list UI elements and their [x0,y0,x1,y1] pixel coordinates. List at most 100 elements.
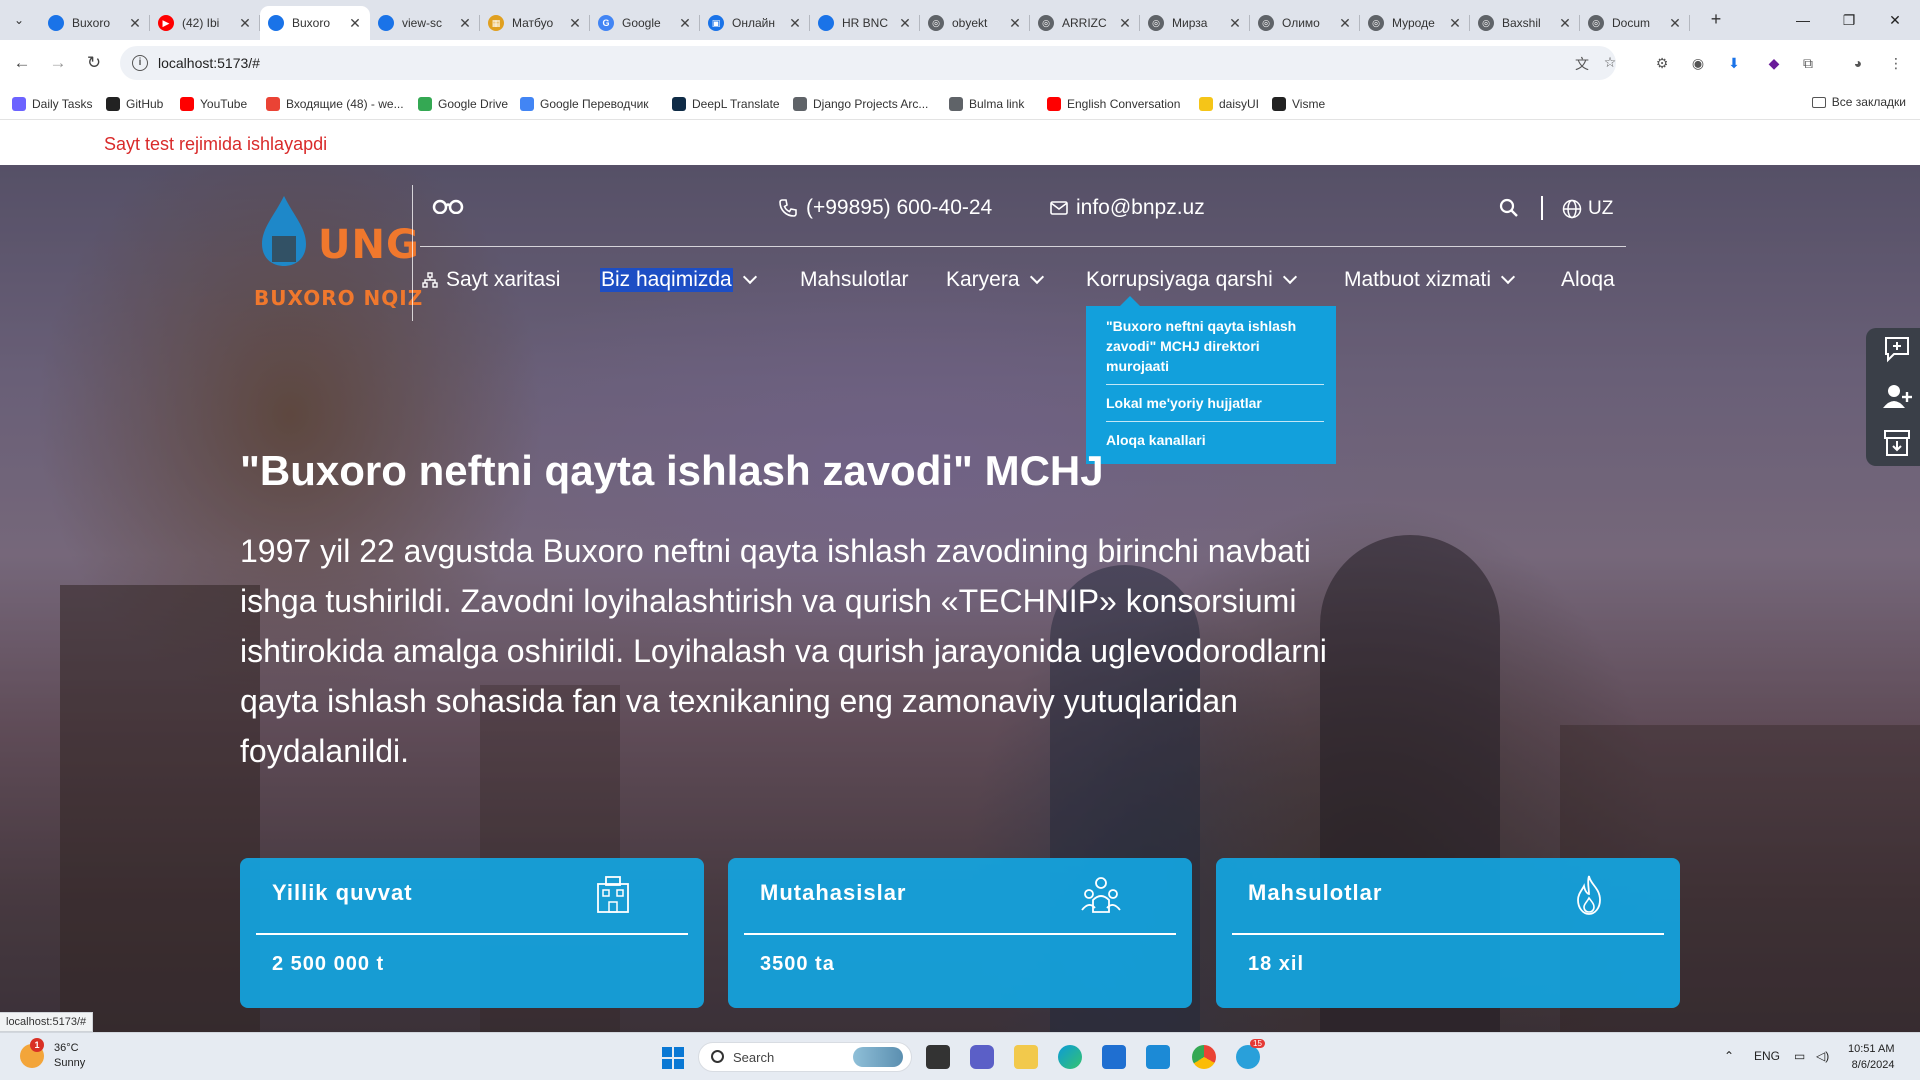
stat-title: Mutahasislar [760,880,907,905]
bookmark-item[interactable]: Google Переводчик [520,95,649,113]
reload-icon[interactable]: ↻ [82,51,106,75]
bookmark-item[interactable]: GitHub [106,95,163,113]
weather-widget[interactable]: 1 36°C Sunny [20,1038,85,1071]
bookmark-item[interactable]: English Conversation [1047,95,1180,113]
menu-site-map[interactable]: Sayt xaritasi [422,268,560,292]
url-text[interactable]: localhost:5173/# [158,55,260,71]
hero-title: "Buxoro neftni qayta ishlash zavodi" MCH… [240,447,1104,494]
archive-download-icon[interactable] [1882,428,1912,458]
menu-about[interactable]: Biz haqimizda [600,268,757,292]
menu-career[interactable]: Karyera [946,268,1044,292]
address-bar[interactable]: i localhost:5173/# 文 ☆ [120,46,1616,80]
tab-close-icon[interactable]: ✕ [348,15,362,32]
forward-icon[interactable]: → [46,51,70,75]
telegram-icon[interactable]: 15 [1236,1039,1265,1069]
media-icon[interactable]: ◉ [1688,53,1708,73]
browser-tab[interactable]: ▣ Онлайн ✕ [700,6,810,40]
dropdown-item[interactable]: "Buxoro neftni qayta ishlash zavodi" MCH… [1106,316,1324,385]
dropdown-item[interactable]: Lokal me'yoriy hujjatlar [1106,385,1324,422]
tab-close-icon[interactable]: ✕ [1228,15,1242,32]
tab-close-icon[interactable]: ✕ [1668,15,1682,32]
phone-link[interactable]: (+99895) 600-40-24 [778,196,992,220]
bookmark-item[interactable]: daisyUI [1199,95,1259,113]
tab-close-icon[interactable]: ✕ [568,15,582,32]
network-icon[interactable]: ▭ [1794,1049,1805,1063]
browser-tab[interactable]: view-sc ✕ [370,6,480,40]
search-icon[interactable] [1499,198,1519,218]
minimize-icon[interactable]: — [1780,0,1826,40]
new-tab-button[interactable]: + [1704,8,1728,32]
site-info-icon[interactable]: i [132,55,148,71]
chrome-icon[interactable] [1192,1045,1216,1069]
browser-tab[interactable]: ◎ Docum ✕ [1580,6,1690,40]
task-view-icon[interactable] [926,1045,950,1069]
tab-search-chevron-icon[interactable]: ⌄ [8,10,30,30]
browser-tab[interactable]: Buxoro ✕ [40,6,150,40]
site-logo[interactable]: UNG BUXORO NQIZ [252,190,422,310]
tab-close-icon[interactable]: ✕ [898,15,912,32]
language-switcher[interactable]: UZ [1562,198,1613,220]
profile-extension-icon[interactable]: ◆ [1764,53,1784,73]
tab-close-icon[interactable]: ✕ [1338,15,1352,32]
restore-icon[interactable]: ❐ [1826,0,1872,40]
menu-anti-corruption[interactable]: Korrupsiyaga qarshi [1086,268,1297,292]
tab-close-icon[interactable]: ✕ [1448,15,1462,32]
browser-tab[interactable]: ◎ Baxshil ✕ [1470,6,1580,40]
tab-close-icon[interactable]: ✕ [788,15,802,32]
tab-close-icon[interactable]: ✕ [458,15,472,32]
browser-tab[interactable]: G Google ✕ [590,6,700,40]
email-link[interactable]: info@bnpz.uz [1050,196,1205,220]
menu-contact[interactable]: Aloqa [1561,268,1615,292]
tab-close-icon[interactable]: ✕ [1558,15,1572,32]
browser-tab[interactable]: ◎ ARRIZC ✕ [1030,6,1140,40]
bookmark-star-icon[interactable]: ☆ [1600,54,1620,72]
browser-tab[interactable]: ◎ Муроде ✕ [1360,6,1470,40]
browser-tab[interactable]: ▶ (42) Ibi ✕ [150,6,260,40]
tab-close-icon[interactable]: ✕ [238,15,252,32]
add-user-icon[interactable] [1882,382,1912,412]
close-window-icon[interactable]: ✕ [1872,0,1918,40]
input-language[interactable]: ENG [1754,1049,1780,1063]
store-icon[interactable] [1102,1045,1126,1069]
browser-tab[interactable]: ▦ Матбуо ✕ [480,6,590,40]
bookmark-item[interactable]: Daily Tasks [12,95,92,113]
system-clock[interactable]: 10:51 AM 8/6/2024 [1848,1041,1894,1073]
back-icon[interactable]: ← [10,51,34,75]
bookmark-item[interactable]: YouTube [180,95,247,113]
menu-products[interactable]: Mahsulotlar [800,268,909,292]
tab-close-icon[interactable]: ✕ [678,15,692,32]
tray-overflow-icon[interactable]: ⌃ [1724,1049,1734,1063]
tab-close-icon[interactable]: ✕ [128,15,142,32]
menu-press[interactable]: Matbuot xizmati [1344,268,1516,292]
vscode-icon[interactable] [1146,1045,1170,1069]
taskbar-search[interactable]: Search [698,1042,912,1072]
browser-tab[interactable]: ◎ Олимо ✕ [1250,6,1360,40]
volume-icon[interactable]: ◁) [1816,1049,1829,1063]
tab-close-icon[interactable]: ✕ [1118,15,1132,32]
extensions-puzzle-icon[interactable]: ⧉ [1798,53,1818,73]
feedback-icon[interactable] [1882,334,1912,364]
browser-tab[interactable]: ◎ Мирза ✕ [1140,6,1250,40]
bookmark-item[interactable]: Входящие (48) - we... [266,95,404,113]
file-explorer-icon[interactable] [1014,1045,1038,1069]
browser-tab[interactable]: ◎ obyekt ✕ [920,6,1030,40]
bookmark-item[interactable]: Visme [1272,95,1325,113]
browser-tab[interactable]: Buxoro ✕ [260,6,370,40]
download-icon[interactable]: ⬇ [1724,53,1744,73]
dropdown-item[interactable]: Aloqa kanallari [1106,422,1324,458]
windows-start-icon[interactable] [662,1047,684,1069]
all-bookmarks-button[interactable]: Все закладки [1811,95,1906,109]
extension-icon[interactable]: ⚙ [1652,53,1672,73]
teams-icon[interactable] [970,1045,994,1069]
menu-dots-icon[interactable]: ⋮ [1886,53,1906,73]
edge-icon[interactable] [1058,1045,1082,1069]
bookmark-item[interactable]: Google Drive [418,95,508,113]
bookmark-item[interactable]: Django Projects Arc... [793,95,928,113]
browser-tab[interactable]: HR BNC ✕ [810,6,920,40]
avatar[interactable]: ◕ [1848,53,1868,73]
bookmark-item[interactable]: DeepL Translate [672,95,780,113]
tab-close-icon[interactable]: ✕ [1008,15,1022,32]
translate-icon[interactable]: 文 [1572,54,1592,72]
accessibility-glasses-icon[interactable] [432,198,464,214]
bookmark-item[interactable]: Bulma link [949,95,1024,113]
